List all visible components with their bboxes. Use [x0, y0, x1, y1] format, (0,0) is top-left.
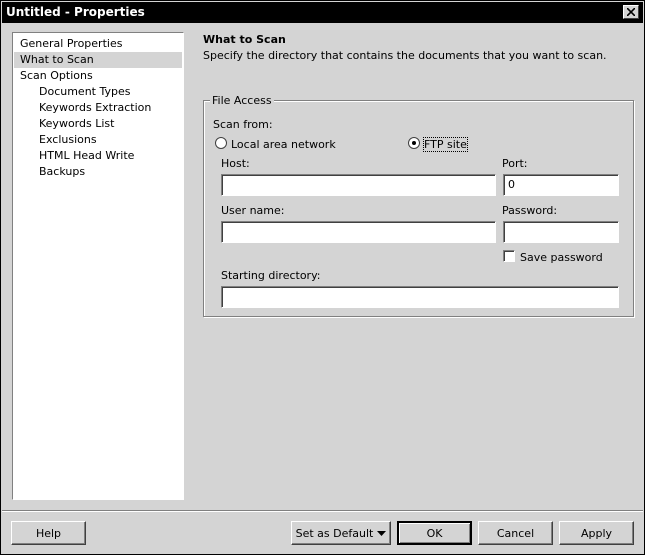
cancel-button[interactable]: Cancel	[478, 521, 553, 545]
username-label: User name:	[221, 204, 285, 217]
host-label: Host:	[221, 157, 250, 170]
window-title: Untitled - Properties	[6, 5, 145, 19]
help-button[interactable]: Help	[11, 521, 86, 545]
file-access-legend: File Access	[210, 94, 274, 107]
cancel-button-label: Cancel	[496, 526, 535, 540]
host-input[interactable]	[221, 174, 496, 196]
apply-button[interactable]: Apply	[559, 521, 634, 545]
nav-item-keywords-extraction[interactable]: Keywords Extraction	[14, 100, 182, 116]
password-input[interactable]	[503, 221, 619, 243]
nav-item-backups[interactable]: Backups	[14, 164, 182, 180]
starting-directory-label: Starting directory:	[221, 269, 321, 282]
nav-item-scan-options[interactable]: Scan Options	[14, 68, 182, 84]
close-icon	[627, 8, 635, 16]
properties-window: Untitled - Properties General Properties…	[0, 0, 645, 555]
scan-from-label: Scan from:	[213, 118, 273, 131]
apply-button-label: Apply	[580, 526, 613, 540]
radio-ftp-site-label[interactable]: FTP site	[423, 137, 468, 152]
nav-item-general-properties[interactable]: General Properties	[14, 36, 182, 52]
radio-ftp-site[interactable]	[408, 137, 420, 149]
radio-local-area-network-label[interactable]: Local area network	[231, 138, 336, 151]
save-password-label[interactable]: Save password	[520, 251, 603, 264]
properties-nav-list: General Properties What to Scan Scan Opt…	[12, 32, 184, 500]
port-input[interactable]: 0	[503, 174, 619, 196]
port-label: Port:	[502, 157, 528, 170]
title-bar: Untitled - Properties	[2, 2, 643, 23]
nav-item-keywords-list[interactable]: Keywords List	[14, 116, 182, 132]
ok-button-label: OK	[426, 526, 443, 540]
help-button-label: Help	[35, 526, 62, 540]
ok-button[interactable]: OK	[397, 521, 472, 545]
username-input[interactable]	[221, 221, 496, 243]
nav-item-what-to-scan[interactable]: What to Scan	[14, 52, 182, 68]
password-label: Password:	[502, 204, 558, 217]
nav-item-html-head-write[interactable]: HTML Head Write	[14, 148, 182, 164]
save-password-checkbox[interactable]	[503, 250, 515, 262]
set-as-default-button-label: Set as Default	[295, 526, 374, 540]
page-description: Specify the directory that contains the …	[203, 49, 607, 62]
radio-local-area-network[interactable]	[215, 137, 227, 149]
nav-item-exclusions[interactable]: Exclusions	[14, 132, 182, 148]
nav-item-document-types[interactable]: Document Types	[14, 84, 182, 100]
dropdown-arrow-icon	[377, 530, 387, 536]
starting-directory-input[interactable]	[221, 286, 619, 308]
footer-separator	[2, 510, 643, 512]
set-as-default-button[interactable]: Set as Default	[291, 521, 391, 545]
page-title: What to Scan	[203, 33, 286, 46]
close-button[interactable]	[623, 5, 639, 19]
